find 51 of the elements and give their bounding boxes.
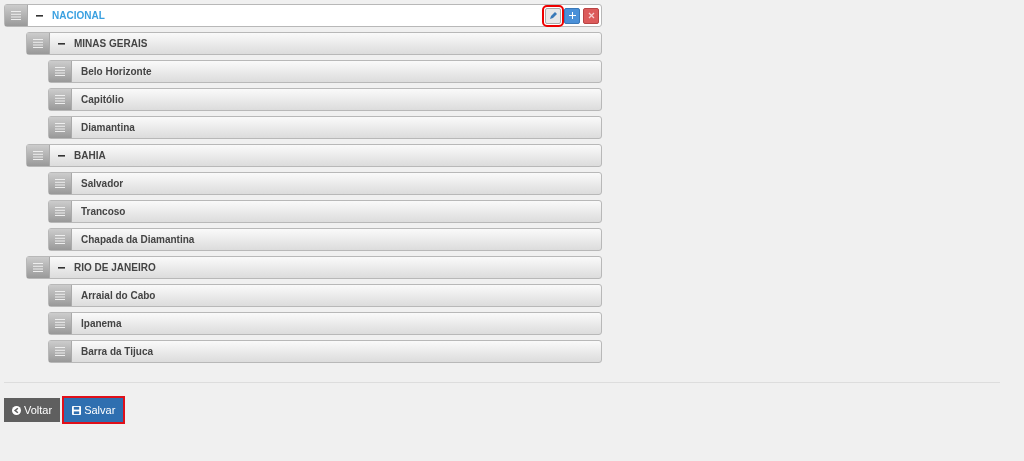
tree-item[interactable]: Salvador xyxy=(48,172,602,195)
tree-item[interactable]: MINAS GERAIS xyxy=(26,32,602,55)
item-label: Belo Horizonte xyxy=(81,66,152,77)
arrow-circle-icon xyxy=(12,405,21,415)
drag-handle-icon[interactable] xyxy=(27,33,50,54)
drag-handle-icon[interactable] xyxy=(49,61,72,82)
tree-item[interactable]: Arraial do Cabo xyxy=(48,284,602,307)
drag-handle-icon[interactable] xyxy=(49,117,72,138)
close-icon xyxy=(587,12,595,19)
collapse-toggle[interactable] xyxy=(58,152,65,159)
drag-handle-icon[interactable] xyxy=(27,145,50,166)
tree-item[interactable]: RIO DE JANEIRO xyxy=(26,256,602,279)
back-button[interactable]: Voltar xyxy=(4,398,61,422)
drag-handle-icon[interactable] xyxy=(27,257,50,278)
drag-handle-icon[interactable] xyxy=(49,229,72,250)
item-label: Arraial do Cabo xyxy=(81,290,156,301)
collapse-toggle[interactable] xyxy=(58,264,65,271)
edit-button[interactable] xyxy=(545,7,561,24)
tree-item[interactable]: Chapada da Diamantina xyxy=(48,228,602,251)
item-label: Ipanema xyxy=(81,318,122,329)
collapse-toggle[interactable] xyxy=(58,40,65,47)
collapse-toggle[interactable] xyxy=(36,12,43,19)
drag-handle-icon[interactable] xyxy=(49,285,72,306)
item-label: MINAS GERAIS xyxy=(74,38,148,49)
save-button[interactable]: Salvar xyxy=(64,398,124,422)
item-label: Chapada da Diamantina xyxy=(81,234,195,245)
tree-item[interactable]: BAHIA xyxy=(26,144,602,167)
drag-handle-icon[interactable] xyxy=(49,341,72,362)
item-label: RIO DE JANEIRO xyxy=(74,262,156,273)
item-label: Capitólio xyxy=(81,94,124,105)
item-label: Barra da Tijuca xyxy=(81,346,154,357)
drag-handle-icon[interactable] xyxy=(49,89,72,110)
item-label: Salvador xyxy=(81,178,124,189)
tree-item[interactable]: Trancoso xyxy=(48,200,602,223)
add-button[interactable] xyxy=(564,7,580,24)
item-label: NACIONAL xyxy=(52,10,105,21)
plus-icon xyxy=(568,12,576,19)
tree-item[interactable]: Diamantina xyxy=(48,116,602,139)
item-label: BAHIA xyxy=(74,150,106,161)
drag-handle-icon[interactable] xyxy=(49,173,72,194)
drag-handle-icon[interactable] xyxy=(49,201,72,222)
remove-button[interactable] xyxy=(583,7,599,24)
drag-handle-icon[interactable] xyxy=(5,5,28,26)
tree-item[interactable]: Belo Horizonte xyxy=(48,60,602,83)
tree-item[interactable]: Barra da Tijuca xyxy=(48,340,602,363)
item-label: Trancoso xyxy=(81,206,126,217)
pencil-icon xyxy=(548,11,558,20)
tree-item[interactable]: Capitólio xyxy=(48,88,602,111)
tree-item[interactable]: Ipanema xyxy=(48,312,602,335)
item-label: Diamantina xyxy=(81,122,135,133)
drag-handle-icon[interactable] xyxy=(49,313,72,334)
